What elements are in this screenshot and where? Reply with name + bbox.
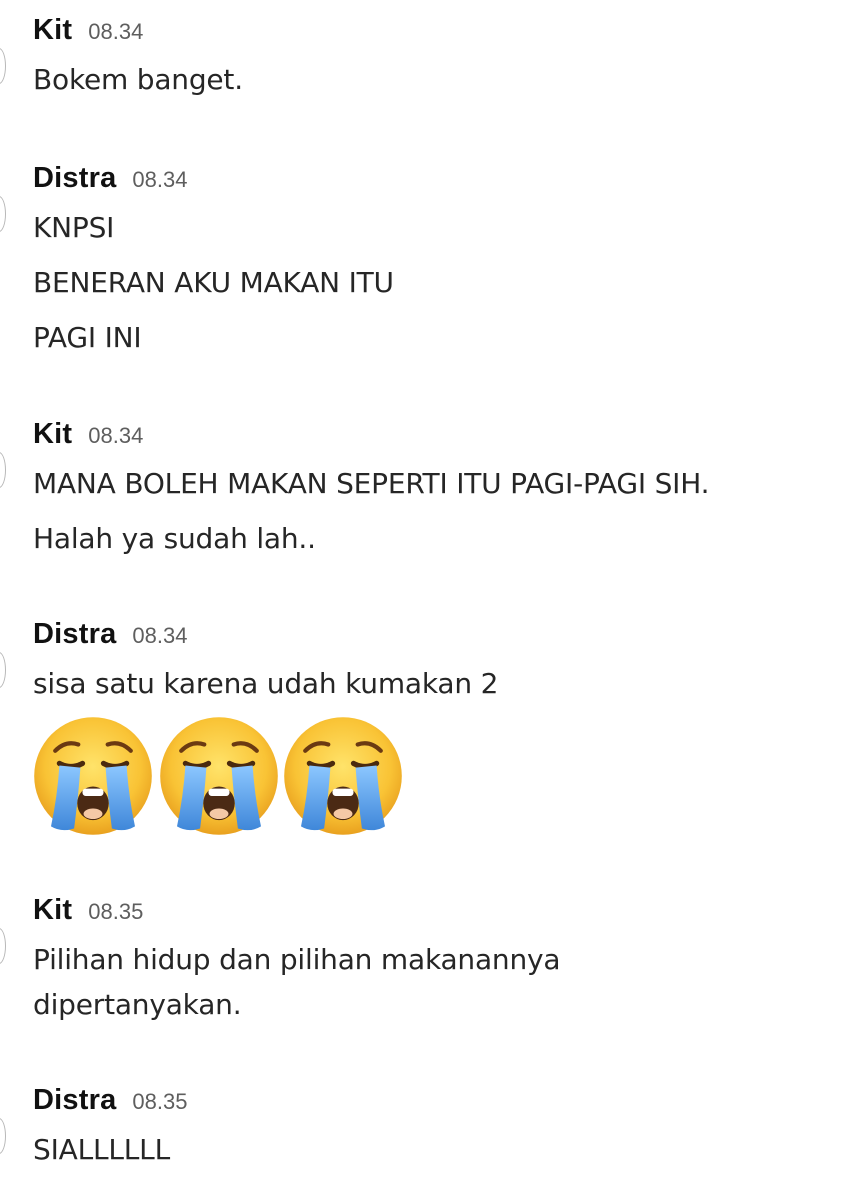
author-name[interactable]: Distra (33, 1084, 116, 1116)
message-timestamp: 08.35 (132, 1089, 188, 1114)
message-text: Pilihan hidup dan pilihan makanannya (33, 943, 561, 976)
loudly-crying-face-icon (156, 713, 282, 839)
author-name[interactable]: Kit (33, 418, 72, 450)
message-text: SIALLLLLL (33, 1133, 170, 1166)
loudly-crying-face-icon (280, 713, 406, 839)
message-header: Kit 08.34 (33, 418, 143, 451)
message-text: MANA BOLEH MAKAN SEPERTI ITU PAGI-PAGI S… (33, 467, 710, 500)
message-text: dipertanyakan. (33, 988, 242, 1021)
avatar[interactable] (0, 928, 6, 964)
message-timestamp: 08.34 (88, 423, 144, 448)
emoji-row (30, 713, 410, 839)
message-timestamp: 08.34 (132, 167, 188, 192)
message-timestamp: 08.34 (88, 19, 144, 44)
message-text: Halah ya sudah lah.. (33, 522, 316, 555)
message-header: Kit 08.35 (33, 894, 143, 927)
avatar[interactable] (0, 652, 6, 688)
message-text: KNPSI (33, 211, 115, 244)
message-text: Bokem banget. (33, 63, 243, 96)
avatar[interactable] (0, 452, 6, 488)
author-name[interactable]: Kit (33, 894, 72, 926)
loudly-crying-face-icon (30, 713, 156, 839)
author-name[interactable]: Distra (33, 162, 116, 194)
message-timestamp: 08.35 (88, 899, 144, 924)
avatar[interactable] (0, 1118, 6, 1154)
author-name[interactable]: Kit (33, 14, 72, 46)
message-text: sisa satu karena udah kumakan 2 (33, 667, 499, 700)
message-header: Distra 08.34 (33, 162, 187, 195)
message-text: PAGI INI (33, 321, 142, 354)
message-text: BENERAN AKU MAKAN ITU (33, 266, 394, 299)
message-header: Distra 08.35 (33, 1084, 187, 1117)
message-header: Kit 08.34 (33, 14, 143, 47)
author-name[interactable]: Distra (33, 618, 116, 650)
avatar[interactable] (0, 48, 6, 84)
message-header: Distra 08.34 (33, 618, 187, 651)
message-timestamp: 08.34 (132, 623, 188, 648)
avatar[interactable] (0, 196, 6, 232)
